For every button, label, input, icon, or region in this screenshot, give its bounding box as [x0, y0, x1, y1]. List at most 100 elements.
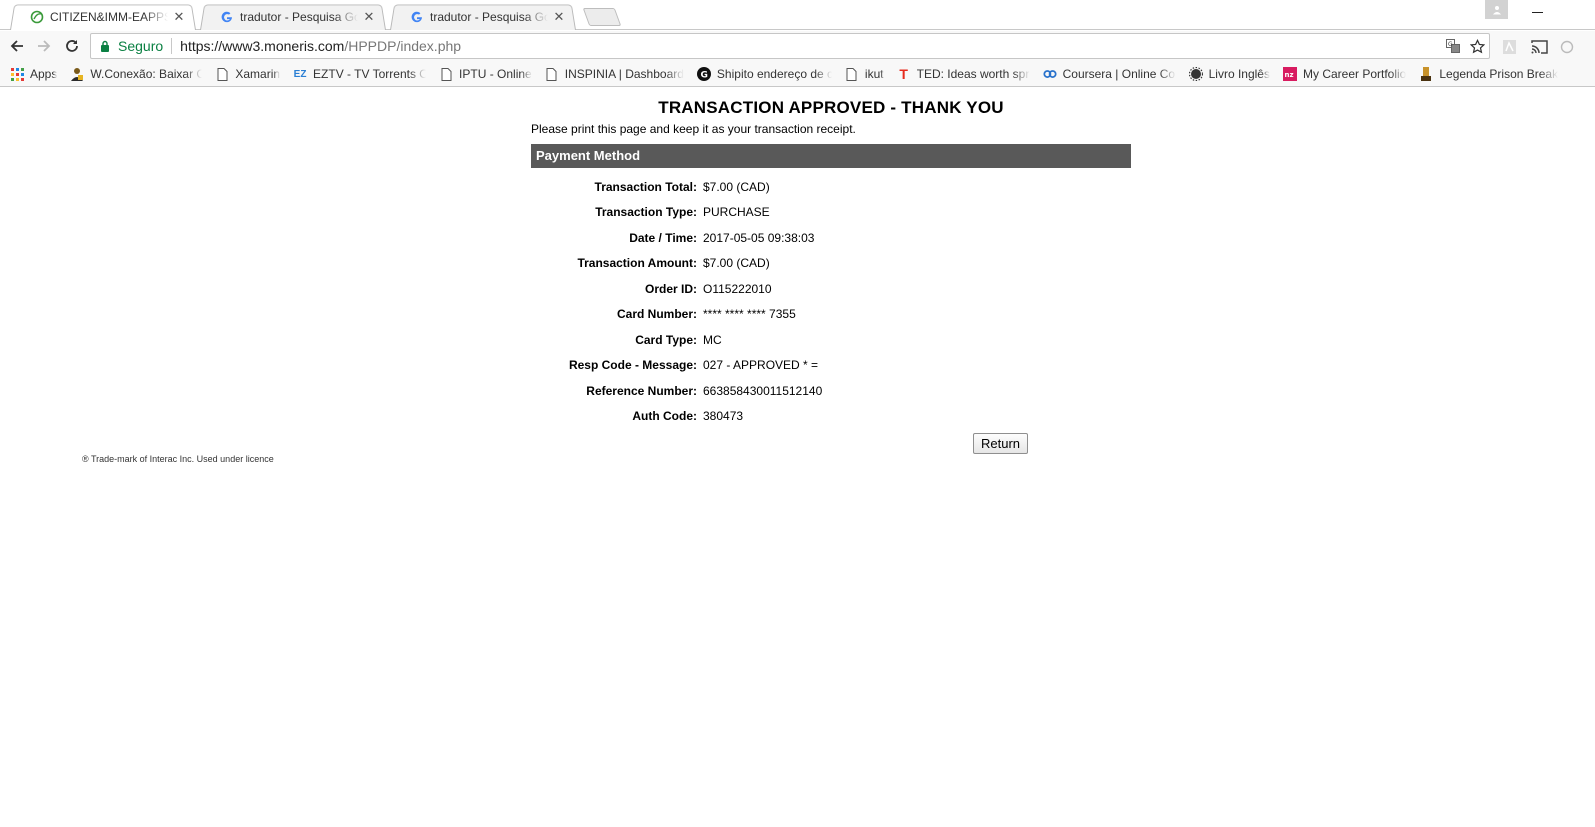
shipito-icon: G [696, 67, 711, 81]
field-value: 663858430011512140 [703, 383, 823, 398]
field-label: Reference Number: [586, 383, 697, 398]
bookmark-label: IPTU - Online [459, 67, 532, 81]
arrow-left-icon [10, 40, 23, 52]
bookmark-label: Apps [30, 67, 58, 81]
field-value: $7.00 (CAD) [703, 179, 770, 194]
field-label: Card Number: [616, 307, 697, 322]
field-label: Transaction Total: [594, 179, 697, 194]
omnibox-divider [171, 38, 173, 54]
field-row-transaction-amount: Transaction Amount: $7.00 (CAD) [531, 251, 1131, 277]
bookmark-ted[interactable]: T TED: Ideas worth spre [897, 66, 1030, 82]
bookmark-label: Xamarin [235, 67, 281, 81]
citizenship-leaf-icon [30, 10, 44, 24]
bookmark-label: INSPINIA | Dashboard [564, 67, 684, 81]
extension-circle-icon[interactable] [1558, 38, 1576, 56]
forward-button[interactable] [35, 37, 53, 55]
bookmark-ikut[interactable]: ikut [845, 67, 884, 81]
close-tab-icon[interactable]: ✕ [362, 9, 376, 25]
bookmark-star-icon[interactable] [1469, 38, 1485, 54]
translate-icon[interactable]: G [1445, 38, 1461, 54]
field-row-card-type: Card Type: MC [531, 327, 1131, 353]
field-value: PURCHASE [703, 205, 770, 220]
transaction-receipt: TRANSACTION APPROVED - THANK YOU Please … [531, 96, 1131, 429]
cast-icon[interactable] [1530, 38, 1548, 56]
svg-text:G: G [700, 71, 707, 81]
bookmark-label: My Career Portfolio [1302, 67, 1407, 81]
page-icon [439, 67, 453, 81]
bookmark-label: TED: Ideas worth spre [916, 67, 1030, 81]
user-download-icon [70, 67, 84, 81]
arrow-right-icon [38, 40, 51, 52]
field-label: Transaction Type: [595, 205, 697, 220]
google-g-icon [410, 10, 424, 24]
page-icon [545, 67, 559, 81]
bookmark-label: Legenda Prison Break [1439, 67, 1559, 81]
trademark-note: ® Trade-mark of Interac Inc. Used under … [82, 454, 274, 464]
back-button[interactable] [8, 37, 26, 55]
bookmark-career-portfolio[interactable]: nz My Career Portfolio [1282, 67, 1407, 81]
close-tab-icon[interactable]: ✕ [172, 9, 186, 25]
bookmark-label: Livro Inglês [1208, 67, 1270, 81]
minimize-window-button[interactable] [1531, 4, 1545, 18]
field-label: Transaction Amount: [577, 256, 697, 271]
svg-text:nz: nz [1284, 71, 1293, 79]
coursera-icon [1043, 67, 1057, 81]
field-label: Date / Time: [629, 230, 697, 245]
url-path: /HPPDP/index.php [344, 38, 462, 54]
person-icon [1492, 5, 1501, 14]
profile-button[interactable] [1485, 0, 1508, 19]
tab-title: CITIZEN&IMM-EAPPS EN [50, 9, 168, 24]
browser-toolbar: Seguro https://www3.moneris.com/HPPDP/in… [0, 31, 1595, 62]
field-value: 380473 [703, 409, 744, 424]
address-bar[interactable]: Seguro https://www3.moneris.com/HPPDP/in… [90, 33, 1490, 59]
field-label: Auth Code: [632, 409, 697, 424]
field-value: 2017-05-05 09:38:03 [703, 230, 815, 245]
eztv-icon: EZ [293, 68, 307, 80]
bookmark-eztv[interactable]: EZ EZTV - TV Torrents Or [293, 67, 426, 81]
tab-tradutor-2[interactable]: tradutor - Pesquisa Goog ✕ [390, 3, 576, 30]
tab-citizen-eapps[interactable]: CITIZEN&IMM-EAPPS EN ✕ [10, 3, 196, 30]
field-label: Resp Code - Message: [568, 358, 697, 373]
tab-title: tradutor - Pesquisa Goog [240, 9, 358, 24]
bookmark-label: Shipito endereço de c [716, 67, 832, 81]
bookmark-apps[interactable]: Apps [10, 67, 57, 81]
apps-grid-icon [10, 67, 24, 81]
field-value: MC [703, 332, 722, 347]
close-tab-icon[interactable]: ✕ [552, 9, 566, 25]
field-label: Card Type: [635, 332, 697, 347]
receipt-instructions: Please print this page and keep it as yo… [531, 122, 856, 136]
return-button[interactable]: Return [973, 433, 1028, 454]
bookmark-legenda[interactable]: Legenda Prison Break [1419, 67, 1558, 81]
pdf-extension-icon[interactable] [1500, 38, 1518, 56]
field-label: Order ID: [644, 281, 697, 296]
field-value: 027 - APPROVED * = [703, 358, 819, 373]
bookmark-coursera[interactable]: Coursera | Online Cou [1043, 67, 1176, 81]
field-value: **** **** **** 7355 [703, 307, 796, 322]
field-value: $7.00 (CAD) [703, 256, 770, 271]
field-row-transaction-type: Transaction Type: PURCHASE [531, 200, 1131, 226]
bookmark-xamarin[interactable]: Xamarin [215, 67, 280, 81]
secure-label: Seguro [118, 38, 164, 54]
new-tab-button[interactable] [582, 8, 622, 26]
field-value: O115222010 [703, 281, 772, 296]
bookmark-label: W.Conexão: Baixar Ca [90, 67, 203, 81]
field-row-order-id: Order ID: O115222010 [531, 276, 1131, 302]
page-content: TRANSACTION APPROVED - THANK YOU Please … [0, 88, 1595, 827]
bookmark-label: ikut [864, 67, 884, 81]
reload-button[interactable] [63, 37, 81, 55]
field-row-card-number: Card Number: **** **** **** 7355 [531, 302, 1131, 328]
page-title: TRANSACTION APPROVED - THANK YOU [658, 98, 1004, 117]
bookmark-wconexao[interactable]: W.Conexão: Baixar Ca [70, 67, 202, 81]
bookmark-livro-ingles[interactable]: Livro Inglês [1188, 67, 1270, 81]
portfolio-icon: nz [1282, 67, 1297, 81]
bookmark-inspinia[interactable]: INSPINIA | Dashboard [545, 67, 684, 81]
bookmark-iptu[interactable]: IPTU - Online [439, 67, 532, 81]
bookmark-label: Coursera | Online Cou [1062, 67, 1176, 81]
legenda-icon [1419, 67, 1433, 81]
page-icon [845, 67, 859, 81]
field-row-auth-code: Auth Code: 380473 [531, 404, 1131, 430]
bookmark-shipito[interactable]: G Shipito endereço de c [696, 67, 832, 81]
receipt-fields: Transaction Total: $7.00 (CAD) Transacti… [531, 174, 1131, 429]
tab-tradutor-1[interactable]: tradutor - Pesquisa Goog ✕ [200, 3, 386, 30]
tab-strip: CITIZEN&IMM-EAPPS EN ✕ tradutor - Pesqui… [0, 0, 1595, 30]
